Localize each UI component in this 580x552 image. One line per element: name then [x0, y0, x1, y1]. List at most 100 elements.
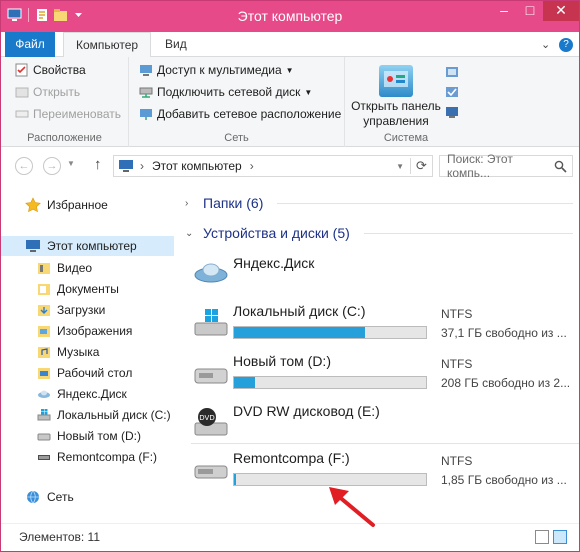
drive-free-space: 37,1 ГБ свободно из ... — [441, 326, 567, 340]
rename-icon — [15, 110, 29, 118]
properties-label: Свойства — [33, 63, 86, 77]
location-group-label: Расположение — [27, 132, 102, 144]
title-bar: Этот компьютер – □ ✕ — [1, 1, 579, 32]
nav-item-label: Видео — [57, 261, 93, 275]
open-button[interactable]: Открыть — [15, 85, 80, 99]
navigation-bar: ← → ▼ ↑ › Этот компьютер › ▼ ⟳ Поиск: Эт… — [1, 147, 579, 185]
drive-usage-bar — [233, 326, 427, 339]
drive-remontcompa-f[interactable]: Remontcompa (F:) NTFS 1,85 ГБ свободно и… — [191, 443, 579, 493]
tab-view[interactable]: Вид — [153, 32, 199, 57]
hard-drive-icon — [194, 368, 228, 384]
documents-folder-icon — [38, 284, 50, 295]
drive-name: Remontcompa (F:) — [233, 450, 350, 466]
address-dropdown-icon[interactable]: ▼ — [396, 162, 404, 171]
nav-item-label: Изображения — [57, 324, 133, 338]
nav-item-documents[interactable]: Документы — [37, 279, 119, 299]
uninstall-program-icon[interactable] — [445, 65, 459, 79]
nav-item-yandex-disk[interactable]: Яндекс.Диск — [37, 384, 127, 404]
rename-button[interactable]: Переименовать — [15, 107, 121, 121]
map-drive-label: Подключить сетевой диск — [157, 85, 301, 99]
up-button[interactable]: ↑ — [94, 156, 102, 173]
hard-drive-icon — [37, 433, 51, 441]
ribbon: Свойства Открыть Переименовать Расположе… — [1, 57, 579, 147]
recent-locations-dropdown[interactable]: ▼ — [67, 159, 75, 168]
ribbon-tabs: Файл Компьютер Вид ⌄ ? — [1, 32, 579, 58]
drive-yandex-disk[interactable]: Яндекс.Диск — [191, 249, 579, 299]
nav-item-label: Remontcompa (F:) — [57, 450, 158, 464]
refresh-icon[interactable]: ⟳ — [410, 158, 432, 174]
address-bar[interactable]: › Этот компьютер › ▼ ⟳ — [113, 155, 433, 177]
nav-network-label: Сеть — [47, 490, 74, 504]
back-button[interactable]: ← — [15, 157, 33, 175]
items-count: Элементов: 11 — [19, 530, 100, 544]
nav-favorites[interactable]: Избранное — [25, 195, 108, 215]
video-folder-icon — [38, 263, 50, 274]
system-properties-icon[interactable] — [445, 85, 459, 99]
drive-free-space: 1,85 ГБ свободно из ... — [441, 473, 567, 487]
tab-computer[interactable]: Компьютер — [63, 32, 152, 58]
details-view-button[interactable] — [535, 530, 549, 544]
maximize-button[interactable]: □ — [517, 1, 543, 21]
drive-name: Новый том (D:) — [233, 353, 331, 369]
group-divider — [363, 232, 573, 234]
tab-file[interactable]: Файл — [5, 32, 55, 57]
drive-name: DVD RW дисковод (E:) — [233, 403, 380, 419]
nav-network[interactable]: Сеть — [25, 487, 74, 507]
add-network-location-icon — [140, 109, 152, 120]
group-divider — [277, 202, 573, 204]
close-button[interactable]: ✕ — [543, 1, 579, 21]
add-location-label: Добавить сетевое расположение — [157, 107, 342, 121]
devices-group-header[interactable]: ⌄ Устройства и диски (5) — [185, 225, 573, 241]
breadcrumb-this-pc[interactable]: Этот компьютер — [152, 159, 242, 173]
media-access-button[interactable]: Доступ к мультимедиа ▼ — [139, 63, 294, 77]
nav-item-label: Яндекс.Диск — [57, 387, 127, 401]
location-group: Свойства Открыть Переименовать Расположе… — [1, 57, 129, 147]
usb-drive-icon — [194, 465, 228, 479]
drive-name: Яндекс.Диск — [233, 255, 315, 271]
search-input[interactable]: Поиск: Этот компь... — [440, 152, 554, 180]
chevron-down-icon: ⌄ — [185, 227, 194, 239]
nav-item-label: Локальный диск (C:) — [57, 408, 171, 422]
media-access-icon — [140, 65, 152, 76]
manage-computer-icon[interactable] — [445, 105, 459, 119]
nav-item-label: Рабочий стол — [57, 366, 133, 380]
drive-usage-fill — [234, 377, 256, 388]
search-icon[interactable] — [554, 160, 567, 173]
content-area: Избранное Этот компьютер Видео Документы… — [1, 185, 579, 523]
nav-item-remontcompa-f[interactable]: Remontcompa (F:) — [37, 447, 157, 467]
folders-group-header[interactable]: › Папки (6) — [185, 195, 573, 211]
minimize-button[interactable]: – — [491, 1, 517, 21]
star-icon — [25, 197, 41, 213]
properties-button[interactable]: Свойства — [15, 63, 86, 77]
add-location-button[interactable]: Добавить сетевое расположение — [139, 107, 341, 121]
nav-item-downloads[interactable]: Загрузки — [37, 300, 105, 320]
nav-item-video[interactable]: Видео — [37, 258, 92, 278]
drive-local-disk-c[interactable]: Локальный диск (C:) NTFS 37,1 ГБ свободн… — [191, 297, 579, 347]
tiles-view-button[interactable] — [553, 530, 567, 544]
nav-item-label: Музыка — [57, 345, 100, 359]
ribbon-expand-button[interactable]: ⌄ — [541, 38, 550, 51]
nav-item-label: Новый том (D:) — [57, 429, 141, 443]
network-group: Доступ к мультимедиа ▼ Подключить сетево… — [129, 57, 345, 147]
drive-free-space: 208 ГБ свободно из 2... — [441, 376, 571, 390]
search-box[interactable]: Поиск: Этот компь... — [439, 152, 573, 180]
nav-item-volume-d[interactable]: Новый том (D:) — [37, 426, 141, 446]
control-panel-label-line1: Открыть панель — [351, 99, 441, 113]
control-panel-button[interactable]: Открыть панель управления — [349, 65, 443, 129]
drive-dvd-e[interactable]: DVD DVD RW дисковод (E:) — [191, 397, 579, 447]
map-drive-button[interactable]: Подключить сетевой диск ▼ — [139, 85, 312, 99]
forward-button[interactable]: → — [43, 157, 61, 175]
status-bar: Элементов: 11 — [1, 523, 579, 551]
nav-item-desktop[interactable]: Рабочий стол — [37, 363, 132, 383]
usb-drive-icon — [38, 455, 50, 460]
nav-item-pictures[interactable]: Изображения — [37, 321, 132, 341]
drive-volume-d[interactable]: Новый том (D:) NTFS 208 ГБ свободно из 2… — [191, 347, 579, 397]
help-button[interactable]: ? — [559, 38, 573, 52]
drive-filesystem: NTFS — [441, 307, 473, 321]
nav-item-local-disk-c[interactable]: Локальный диск (C:) — [37, 405, 171, 425]
media-access-label: Доступ к мультимедиа — [157, 63, 282, 77]
nav-item-music[interactable]: Музыка — [37, 342, 99, 362]
nav-this-pc[interactable]: Этот компьютер — [1, 236, 174, 256]
yandex-disk-icon — [38, 390, 50, 398]
main-pane: › Папки (6) ⌄ Устройства и диски (5) Янд… — [175, 185, 579, 523]
